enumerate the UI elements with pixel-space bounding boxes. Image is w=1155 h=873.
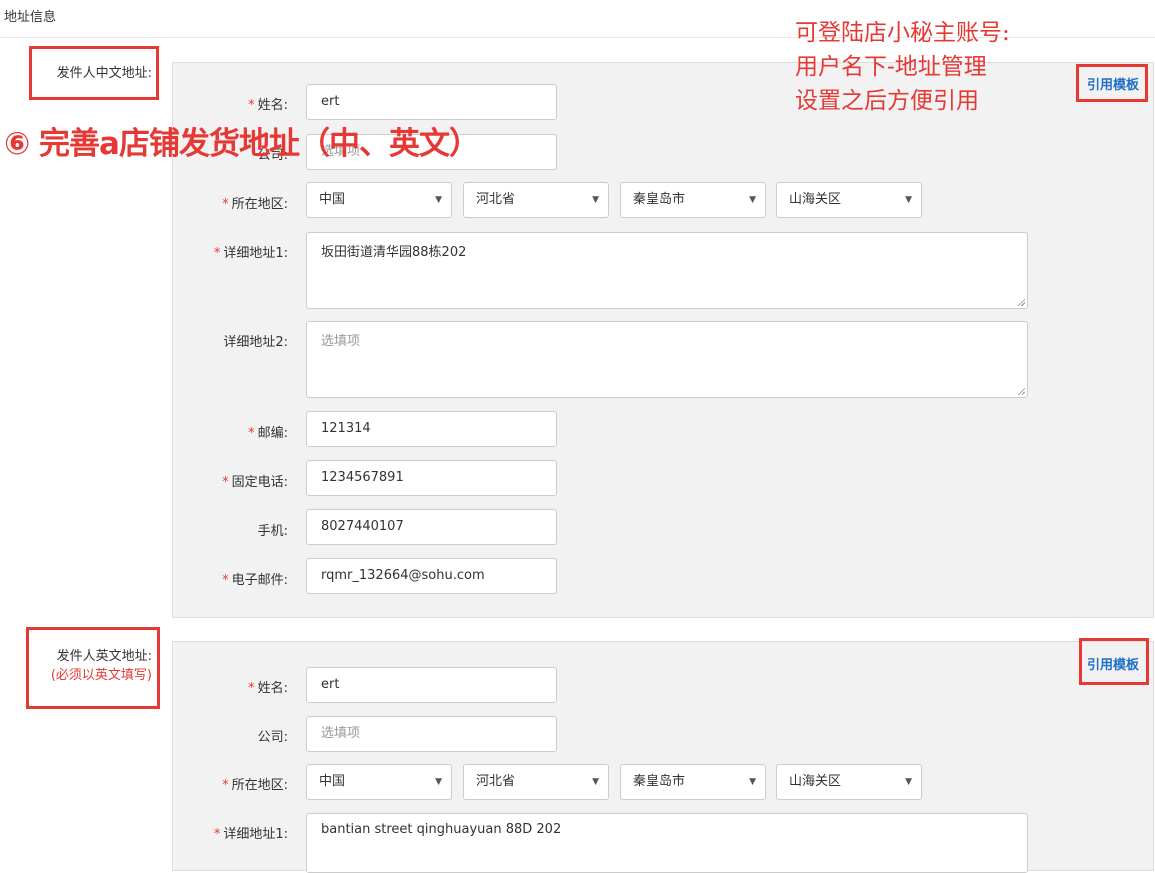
en-country-value: 中国 xyxy=(319,774,346,789)
en-city-value: 秦皇岛市 xyxy=(633,774,686,789)
section-title: 地址信息 xyxy=(4,10,57,25)
en-province-value: 河北省 xyxy=(476,774,516,789)
cn-addr1-label: * 详细地址1: xyxy=(213,246,288,261)
caret-down-icon: ▼ xyxy=(905,195,912,205)
cn-mobile-label: 手机: xyxy=(257,524,288,539)
cn-province-value: 河北省 xyxy=(476,192,516,207)
cn-zip-input[interactable]: 121314 xyxy=(306,411,557,447)
en-company-label: 公司: xyxy=(257,730,288,745)
en-district-select[interactable]: 山海关区 ▼ xyxy=(776,764,922,800)
annotation-note: 可登陆店小秘主账号: 用户名下-地址管理 设置之后方便引用 xyxy=(795,20,1010,114)
en-name-input[interactable]: ert xyxy=(306,667,557,703)
cn-email-input[interactable]: rqmr_132664@sohu.com xyxy=(306,558,557,594)
en-addr1-label: * 详细地址1: xyxy=(213,827,288,842)
cn-addr2-textarea[interactable]: 选填项 xyxy=(306,321,1028,398)
cn-use-template-link[interactable]: 引用模板 xyxy=(1087,74,1139,93)
cn-phone-input[interactable]: 1234567891 xyxy=(306,460,557,496)
cn-region-label: * 所在地区: xyxy=(222,197,288,212)
cn-province-select[interactable]: 河北省 ▼ xyxy=(463,182,609,218)
cn-email-label: * 电子邮件: xyxy=(222,573,288,588)
en-company-input[interactable]: 选填项 xyxy=(306,716,557,752)
en-use-template-link[interactable]: 引用模板 xyxy=(1087,654,1139,673)
en-name-label: * 姓名: xyxy=(248,681,288,696)
cn-district-value: 山海关区 xyxy=(789,192,842,207)
cn-addr2-label: 详细地址2: xyxy=(223,335,288,350)
caret-down-icon: ▼ xyxy=(592,195,599,205)
en-addr1-textarea[interactable]: bantian street qinghuayuan 88D 202 xyxy=(306,813,1028,873)
en-city-select[interactable]: 秦皇岛市 ▼ xyxy=(620,764,766,800)
cn-zip-label: * 邮编: xyxy=(248,426,288,441)
caret-down-icon: ▼ xyxy=(435,195,442,205)
cn-section-label: 发件人中文地址: xyxy=(56,66,152,81)
cn-name-label: * 姓名: xyxy=(248,98,288,113)
caret-down-icon: ▼ xyxy=(592,777,599,787)
cn-addr1-textarea[interactable]: 坂田街道清华园88栋202 xyxy=(306,232,1028,309)
en-region-label: * 所在地区: xyxy=(222,778,288,793)
resize-grip-icon[interactable] xyxy=(1017,387,1025,395)
cn-mobile-input[interactable]: 8027440107 xyxy=(306,509,557,545)
annotation-step: ⑥ 完善a店铺发货地址（中、英文） xyxy=(4,126,480,162)
caret-down-icon: ▼ xyxy=(749,777,756,787)
cn-district-select[interactable]: 山海关区 ▼ xyxy=(776,182,922,218)
cn-country-value: 中国 xyxy=(319,192,346,207)
en-province-select[interactable]: 河北省 ▼ xyxy=(463,764,609,800)
en-section-title: 发件人英文地址: xyxy=(56,649,152,664)
cn-country-select[interactable]: 中国 ▼ xyxy=(306,182,452,218)
en-country-select[interactable]: 中国 ▼ xyxy=(306,764,452,800)
en-section-label: 发件人英文地址: (必须以英文填写) xyxy=(30,645,152,683)
caret-down-icon: ▼ xyxy=(749,195,756,205)
en-district-value: 山海关区 xyxy=(789,774,842,789)
cn-city-value: 秦皇岛市 xyxy=(633,192,686,207)
cn-addr1-value: 坂田街道清华园88栋202 xyxy=(321,245,467,260)
caret-down-icon: ▼ xyxy=(435,777,442,787)
cn-addr2-placeholder: 选填项 xyxy=(321,334,361,349)
caret-down-icon: ▼ xyxy=(905,777,912,787)
en-section-hint: (必须以英文填写) xyxy=(50,668,152,683)
cn-city-select[interactable]: 秦皇岛市 ▼ xyxy=(620,182,766,218)
resize-grip-icon[interactable] xyxy=(1017,298,1025,306)
cn-phone-label: * 固定电话: xyxy=(222,475,288,490)
cn-name-input[interactable]: ert xyxy=(306,84,557,120)
en-addr1-value: bantian street qinghuayuan 88D 202 xyxy=(321,822,562,837)
